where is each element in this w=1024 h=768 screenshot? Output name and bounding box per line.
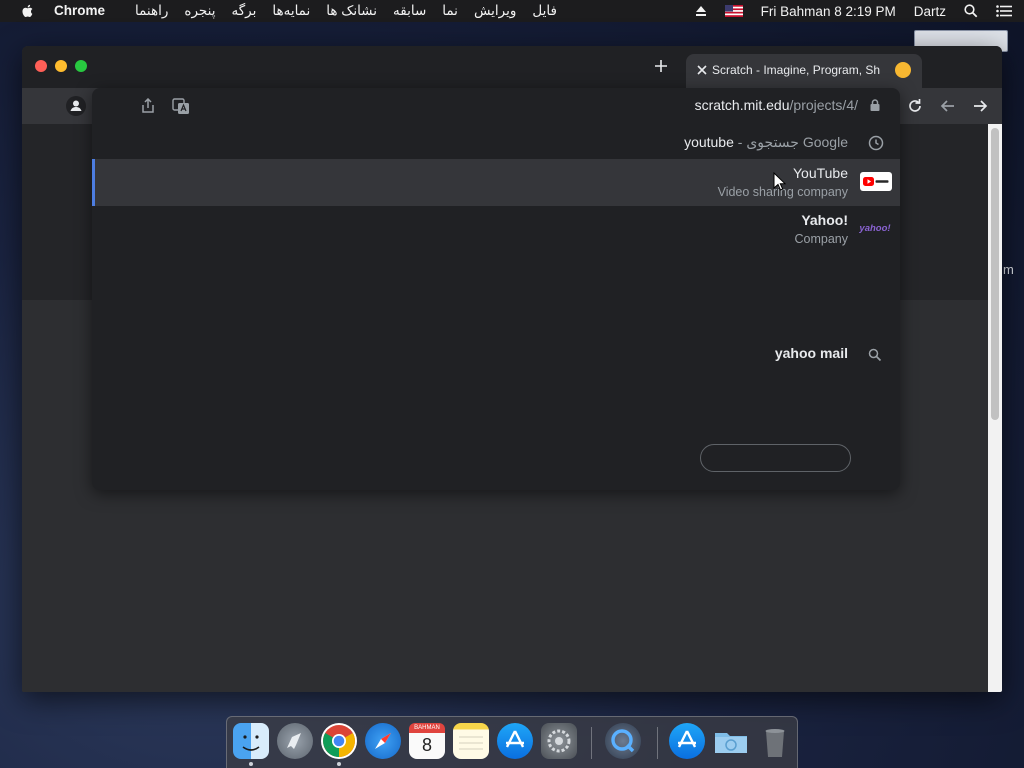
tab-close-icon[interactable] — [695, 63, 709, 77]
notification-center-icon[interactable] — [996, 5, 1012, 17]
plus-icon — [655, 60, 667, 72]
yahoo-logo-icon: yahoo! — [859, 223, 891, 234]
menu-bookmarks[interactable]: نشانک ها — [318, 3, 385, 19]
app-store-icon[interactable] — [497, 723, 533, 759]
window-maximize-button[interactable] — [75, 60, 87, 72]
history-clock-icon — [868, 135, 884, 151]
translate-icon[interactable] — [172, 97, 190, 115]
safari-icon[interactable] — [365, 723, 401, 759]
address-bar-input[interactable]: scratch.mit.edu/projects/4/ — [695, 97, 858, 113]
status-area: Fri Bahman 8 2:19 PM Dartz — [695, 0, 1024, 22]
omnibox-action-button[interactable] — [700, 444, 851, 472]
menu-help[interactable]: راهنما — [127, 3, 176, 19]
scratch-favicon-icon — [895, 62, 911, 78]
launchpad-icon[interactable] — [277, 723, 313, 759]
calendar-day: 8 — [421, 735, 432, 755]
menu-window[interactable]: پنجره — [176, 3, 223, 19]
desktop-label-fragment: m — [1003, 262, 1014, 277]
menu-view[interactable]: نما — [434, 3, 466, 19]
suggestion-title: YouTube — [792, 165, 848, 181]
suggestion-yahoo[interactable]: Yahoo! Company yahoo! — [92, 209, 900, 253]
lock-icon[interactable] — [868, 98, 882, 112]
reload-icon — [909, 99, 921, 112]
url-host: scratch.mit.edu — [694, 97, 790, 113]
chrome-running-dot — [337, 762, 341, 766]
page-scrollbar[interactable] — [988, 124, 1002, 692]
suggestion-title: Yahoo! — [801, 212, 848, 228]
arrow-left-icon — [940, 100, 954, 112]
app-menus: فایل ویرایش نما سابقه نشانک ها نمایه‌ها … — [127, 3, 565, 19]
reload-button[interactable] — [903, 94, 927, 118]
quicktime-icon[interactable] — [605, 723, 641, 759]
tab-scratch[interactable]: Scratch - Imagine, Program, Sh — [686, 54, 922, 88]
tab-title: Scratch - Imagine, Program, Sh — [712, 63, 881, 77]
chrome-icon[interactable] — [321, 723, 357, 759]
scrollbar-thumb[interactable] — [991, 128, 999, 420]
menu-profiles[interactable]: نمایه‌ها — [264, 3, 318, 19]
suggestion-title: yahoo mail — [774, 345, 848, 361]
suggestion-query: youtube — [684, 134, 734, 150]
dock-separator — [591, 727, 592, 759]
downloads-folder-icon[interactable] — [713, 723, 749, 759]
suggestion-subtitle: Company — [794, 232, 849, 246]
mouse-cursor-icon — [773, 172, 787, 191]
omnibox-dropdown: scratch.mit.edu/projects/4/ youtube - جس… — [92, 88, 900, 490]
system-preferences-icon[interactable] — [541, 723, 577, 759]
menu-file[interactable]: فایل — [524, 3, 565, 19]
calendar-icon[interactable]: BAHMAN 8 — [409, 723, 445, 759]
suggestion-suffix: - جستجوی Google — [733, 134, 848, 150]
new-tab-button[interactable] — [652, 58, 670, 76]
applications-folder-icon[interactable] — [669, 723, 705, 759]
window-close-button[interactable] — [35, 60, 47, 72]
title-bar: Scratch - Imagine, Program, Sh — [22, 46, 1002, 88]
dock: BAHMAN 8 — [226, 716, 798, 768]
clock[interactable]: Fri Bahman 8 2:19 PM — [761, 4, 896, 19]
youtube-logo-icon — [860, 172, 892, 191]
menu-tab[interactable]: برگه — [223, 3, 264, 19]
profile-icon — [66, 96, 86, 116]
share-icon[interactable] — [140, 98, 156, 114]
calendar-month: BAHMAN — [409, 723, 445, 733]
menu-edit[interactable]: ویرایش — [466, 3, 524, 19]
spotlight-icon[interactable] — [964, 4, 978, 18]
eject-icon[interactable] — [695, 5, 707, 17]
dock-separator — [657, 727, 658, 759]
menu-history[interactable]: سابقه — [385, 3, 434, 19]
back-button[interactable] — [936, 94, 960, 118]
finder-icon[interactable] — [233, 723, 269, 759]
suggestion-search-yahoo-mail[interactable]: yahoo mail — [92, 341, 900, 367]
url-path: /projects/4/ — [789, 97, 858, 113]
finder-running-dot — [249, 762, 253, 766]
profile-button[interactable] — [64, 94, 88, 118]
menu-bar: Chrome فایل ویرایش نما سابقه نشانک ها نم… — [0, 0, 1024, 22]
apple-icon[interactable] — [20, 3, 36, 19]
search-icon — [868, 348, 882, 362]
app-name-menu[interactable]: Chrome — [54, 3, 105, 18]
suggestion-history-youtube[interactable]: youtube - جستجوی Google — [92, 130, 900, 156]
arrow-right-icon — [974, 100, 988, 112]
notes-icon[interactable] — [453, 723, 489, 759]
user-name[interactable]: Dartz — [914, 4, 946, 19]
window-minimize-button[interactable] — [55, 60, 67, 72]
trash-icon[interactable] — [757, 723, 793, 759]
forward-button[interactable] — [968, 94, 992, 118]
us-flag-icon[interactable] — [724, 5, 743, 17]
